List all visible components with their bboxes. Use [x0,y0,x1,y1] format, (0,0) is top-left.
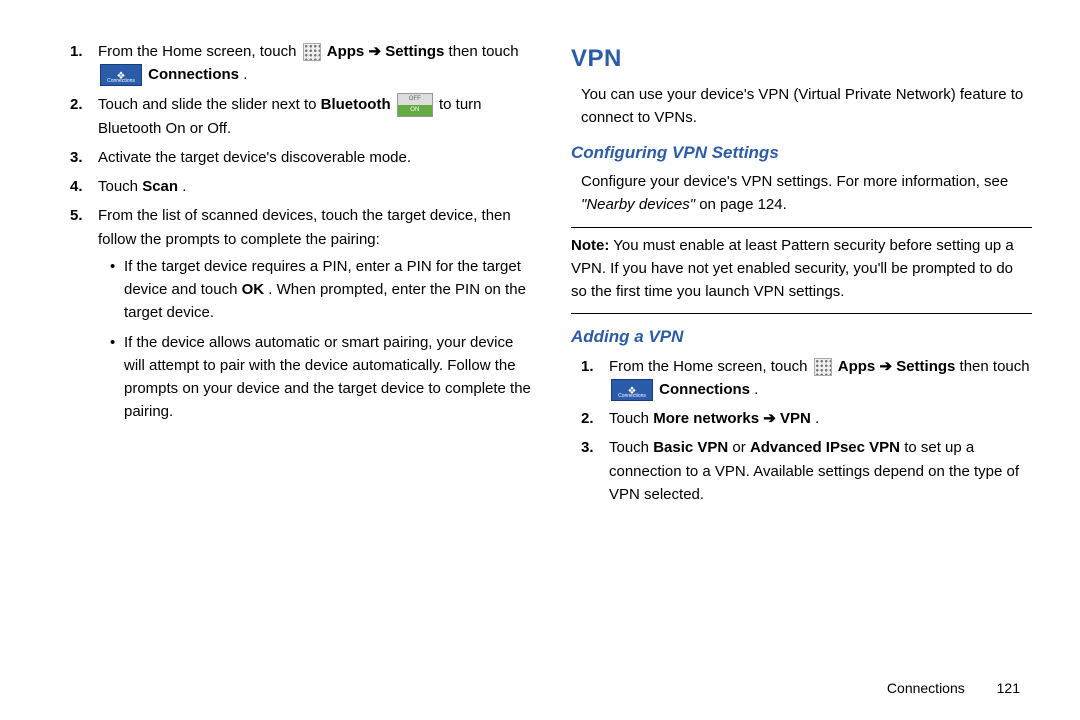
add-step-2: Touch More networks ➔ VPN . [581,407,1032,430]
pairing-sub-bullets: If the target device requires a PIN, ent… [110,255,531,424]
more-networks-label: More networks [653,410,759,427]
scan-label: Scan [142,178,178,195]
apps-grid-icon [814,358,832,376]
text: . [754,381,758,398]
settings-label: Settings [896,358,955,375]
arrow-icon: ➔ [879,358,896,375]
arrow-icon: ➔ [368,43,385,60]
configuring-vpn-body: Configure your device's VPN settings. Fo… [581,170,1032,217]
vpn-label: VPN [780,410,811,427]
arrow-icon: ➔ [763,410,780,427]
text: Touch [609,439,653,456]
bluetooth-pairing-steps: From the Home screen, touch Apps ➔ Setti… [70,40,531,424]
step-2: Touch and slide the slider next to Bluet… [70,93,531,140]
ok-label: OK [242,281,265,298]
connections-tile-icon [100,64,142,86]
vpn-section-title: VPN [571,40,1032,77]
text: Activate the target device's discoverabl… [98,149,411,166]
connections-label: Connections [659,381,750,398]
vpn-intro-text: You can use your device's VPN (Virtual P… [581,83,1032,130]
text: If the device allows automatic or smart … [124,334,531,421]
configuring-vpn-subhead: Configuring VPN Settings [571,140,1032,166]
text: . [243,66,247,83]
text: or [732,439,750,456]
on-off-toggle-icon: OFFON [397,93,433,117]
right-column: VPN You can use your device's VPN (Virtu… [571,40,1032,700]
add-step-3: Touch Basic VPN or Advanced IPsec VPN to… [581,436,1032,506]
page-footer: Connections 121 [887,680,1020,696]
text: From the list of scanned devices, touch … [98,207,511,247]
text: From the Home screen, touch [609,358,812,375]
text: From the Home screen, touch [98,43,301,60]
note-body-first: You must enable at least Pattern securit… [571,237,1014,301]
text: Touch and slide the slider next to [98,96,321,113]
advanced-ipsec-vpn-label: Advanced IPsec VPN [750,439,900,456]
text: then touch [960,358,1030,375]
settings-label: Settings [385,43,444,60]
bluetooth-label: Bluetooth [321,96,391,113]
step-4: Touch Scan . [70,175,531,198]
apps-label: Apps [838,358,876,375]
note-label: Note: [571,237,609,254]
cross-reference: "Nearby devices" [581,196,695,213]
connections-label: Connections [148,66,239,83]
text: Touch [609,410,653,427]
bullet-auto-pair: If the device allows automatic or smart … [110,331,531,424]
text: on page 124. [699,196,787,213]
bullet-pin: If the target device requires a PIN, ent… [110,255,531,325]
connections-tile-icon [611,379,653,401]
apps-grid-icon [303,43,321,61]
step-5: From the list of scanned devices, touch … [70,204,531,423]
adding-vpn-subhead: Adding a VPN [571,324,1032,350]
text: then touch [449,43,519,60]
text: . [182,178,186,195]
note-block: Note: You must enable at least Pattern s… [571,234,1032,304]
text: Configure your device's VPN settings. Fo… [581,173,1008,190]
add-step-1: From the Home screen, touch Apps ➔ Setti… [581,355,1032,402]
text: . [815,410,819,427]
step-3: Activate the target device's discoverabl… [70,146,531,169]
footer-page-number: 121 [997,680,1020,696]
apps-label: Apps [327,43,365,60]
note-rule-bottom [571,313,1032,314]
footer-section-name: Connections [887,680,965,696]
left-column: From the Home screen, touch Apps ➔ Setti… [70,40,531,700]
text: Touch [98,178,142,195]
note-rule-top [571,227,1032,228]
basic-vpn-label: Basic VPN [653,439,728,456]
adding-vpn-steps: From the Home screen, touch Apps ➔ Setti… [581,355,1032,507]
step-1: From the Home screen, touch Apps ➔ Setti… [70,40,531,87]
